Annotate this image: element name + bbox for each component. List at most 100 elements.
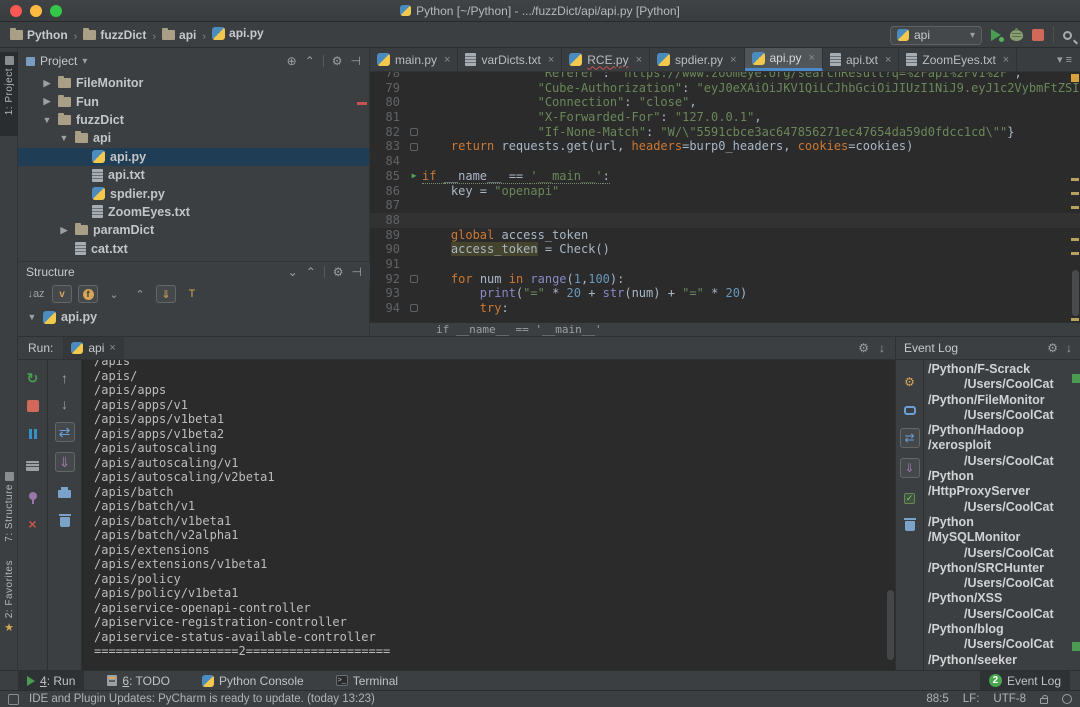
tree-item[interactable]: api.txt bbox=[18, 166, 369, 184]
down-stacktrace-button[interactable]: ↓ bbox=[48, 394, 81, 414]
clear-log-button[interactable] bbox=[896, 516, 923, 536]
scroll-to-end-button[interactable]: ⇓ bbox=[896, 458, 923, 478]
tree-item[interactable]: ▼api bbox=[18, 129, 369, 147]
chevron-down-icon[interactable]: ▾ bbox=[82, 56, 87, 67]
close-icon[interactable]: × bbox=[548, 54, 554, 66]
sort-alphabetically-icon[interactable]: ↓az bbox=[26, 285, 46, 303]
settings-wrench-icon[interactable]: ⚙ bbox=[896, 372, 923, 392]
gear-icon[interactable]: ⚙ bbox=[858, 341, 869, 355]
balloon-icon[interactable] bbox=[896, 400, 923, 420]
editor-tab-ZoomEyes.txt[interactable]: ZoomEyes.txt× bbox=[899, 48, 1017, 71]
fold-box-icon[interactable] bbox=[410, 275, 418, 283]
tree-item[interactable]: ▼fuzzDict bbox=[18, 111, 369, 129]
console-scrollbar[interactable] bbox=[887, 590, 894, 660]
tree-item[interactable]: api.py bbox=[18, 148, 369, 166]
hector-icon[interactable] bbox=[1062, 694, 1072, 704]
breadcrumb-item[interactable]: Python bbox=[10, 28, 68, 42]
editor-tab-main.py[interactable]: main.py× bbox=[370, 48, 458, 71]
editor-error-stripe[interactable] bbox=[1070, 72, 1080, 322]
toolwindow-button-todo[interactable]: 6: TODO bbox=[98, 671, 179, 691]
toolwindow-button-run[interactable]: 4: Run bbox=[18, 671, 84, 691]
gear-icon[interactable]: ⚙ bbox=[333, 265, 344, 279]
close-icon[interactable]: × bbox=[885, 54, 891, 66]
hide-panel-icon[interactable]: ⊣ bbox=[352, 265, 362, 279]
mark-read-icon[interactable]: ✓ bbox=[896, 488, 923, 508]
show-functions-icon[interactable]: f bbox=[78, 285, 98, 303]
tree-item[interactable]: ▶paramDict bbox=[18, 221, 369, 239]
collapse-all-icon[interactable]: ⌃ bbox=[306, 265, 316, 279]
up-stacktrace-button[interactable]: ↑ bbox=[48, 368, 81, 388]
toolwindow-button-event-log[interactable]: 2 Event Log bbox=[980, 671, 1070, 691]
run-line-icon[interactable]: ▶ bbox=[406, 169, 422, 184]
show-variables-icon[interactable]: v bbox=[52, 285, 72, 303]
close-button[interactable]: × bbox=[18, 514, 47, 534]
close-icon[interactable]: × bbox=[109, 342, 115, 354]
chevron-down-icon[interactable]: ▾ bbox=[1057, 53, 1063, 66]
close-icon[interactable]: × bbox=[636, 54, 642, 66]
tree-item[interactable]: spdier.py bbox=[18, 184, 369, 202]
breadcrumb-item[interactable]: fuzzDict bbox=[83, 28, 146, 42]
tree-item[interactable]: cat.txt bbox=[18, 240, 369, 258]
print-button[interactable] bbox=[48, 484, 81, 504]
tree-item[interactable]: ▶FileMonitor bbox=[18, 74, 369, 92]
editor-tab-spdier.py[interactable]: spdier.py× bbox=[650, 48, 744, 71]
close-icon[interactable]: × bbox=[444, 54, 450, 66]
event-log-content[interactable]: /Python/F-Scrack/Users/CoolCat/Python/Fi… bbox=[928, 362, 1080, 671]
fold-box-icon[interactable] bbox=[410, 128, 418, 136]
toolwindow-button-python-console[interactable]: Python Console bbox=[193, 671, 313, 691]
autoscroll-to-source-icon[interactable]: ⇓ bbox=[156, 285, 176, 303]
run-button[interactable] bbox=[991, 29, 1001, 41]
editor-scrollbar[interactable] bbox=[1072, 270, 1079, 316]
tab-list-icon[interactable]: ≡ bbox=[1066, 54, 1072, 66]
rerun-button[interactable]: ↻ bbox=[18, 368, 47, 388]
pin-button[interactable] bbox=[18, 486, 47, 506]
run-arrow-icon[interactable]: ▶ bbox=[412, 169, 417, 184]
tree-item[interactable]: ▶Fun bbox=[18, 92, 369, 110]
show-command-line-icon[interactable] bbox=[18, 456, 47, 476]
close-icon[interactable]: × bbox=[1003, 54, 1009, 66]
status-message[interactable]: IDE and Plugin Updates: PyCharm is ready… bbox=[29, 693, 375, 705]
search-everywhere-button[interactable] bbox=[1063, 31, 1072, 40]
gear-icon[interactable]: ⚙ bbox=[1047, 341, 1058, 355]
toolwindow-tab-favorites[interactable]: 2: Favorites ★ bbox=[0, 556, 18, 656]
pause-button[interactable] bbox=[18, 424, 47, 444]
hide-panel-icon[interactable]: ↓ bbox=[1066, 341, 1072, 355]
tree-item[interactable]: ZoomEyes.txt bbox=[18, 203, 369, 221]
soft-wrap-button[interactable]: ⇄ bbox=[896, 428, 923, 448]
breadcrumb-item[interactable]: api.py bbox=[212, 26, 264, 40]
locate-file-icon[interactable]: ⊕ bbox=[287, 54, 297, 68]
toolwindow-toggle-icon[interactable] bbox=[8, 694, 19, 705]
gear-icon[interactable]: ⚙ bbox=[332, 54, 343, 68]
line-separator-indicator[interactable]: LF: bbox=[963, 693, 980, 705]
autoscroll-from-source-icon[interactable]: T bbox=[182, 285, 202, 303]
run-tab-api[interactable]: api × bbox=[63, 337, 123, 359]
close-icon[interactable]: × bbox=[809, 52, 815, 64]
encoding-indicator[interactable]: UTF-8 bbox=[993, 693, 1026, 705]
toolwindow-tab-project[interactable]: 1: Project bbox=[0, 52, 18, 136]
hide-panel-icon[interactable]: ⊣ bbox=[351, 54, 361, 68]
editor-area[interactable]: main.py×varDicts.txt×RCE.py×spdier.py×ap… bbox=[370, 48, 1080, 336]
debug-button[interactable] bbox=[1010, 30, 1023, 41]
expand-all-icon[interactable]: ⌄ bbox=[104, 285, 124, 303]
collapse-all-icon[interactable]: ⌃ bbox=[130, 285, 150, 303]
console-output[interactable]: /apis/apis//apis/apps/apis/apps/v1/apis/… bbox=[94, 360, 884, 672]
stop-button[interactable] bbox=[1032, 29, 1044, 41]
clear-console-button[interactable] bbox=[48, 512, 81, 532]
expand-all-icon[interactable]: ⌄ bbox=[288, 265, 298, 279]
scroll-to-end-button[interactable]: ⇓ bbox=[48, 452, 81, 472]
structure-root-item[interactable]: ▼ api.py bbox=[18, 307, 370, 327]
hide-panel-icon[interactable]: ↓ bbox=[879, 341, 885, 355]
soft-wrap-button[interactable]: ⇄ bbox=[48, 422, 81, 442]
fold-box-icon[interactable] bbox=[410, 304, 418, 312]
toolwindow-button-terminal[interactable]: >_ Terminal bbox=[327, 671, 407, 691]
caret-position[interactable]: 88:5 bbox=[926, 693, 948, 705]
editor-tab-varDicts.txt[interactable]: varDicts.txt× bbox=[458, 48, 562, 71]
editor-tab-api.txt[interactable]: api.txt× bbox=[823, 48, 899, 71]
toolwindow-tab-structure[interactable]: 7: Structure bbox=[0, 468, 18, 552]
lock-icon[interactable] bbox=[1040, 698, 1048, 704]
breadcrumb-item[interactable]: api bbox=[162, 28, 196, 42]
stop-button[interactable] bbox=[18, 396, 47, 416]
close-icon[interactable]: × bbox=[730, 54, 736, 66]
collapse-all-icon[interactable]: ⌃ bbox=[305, 54, 315, 68]
fold-box-icon[interactable] bbox=[410, 143, 418, 151]
